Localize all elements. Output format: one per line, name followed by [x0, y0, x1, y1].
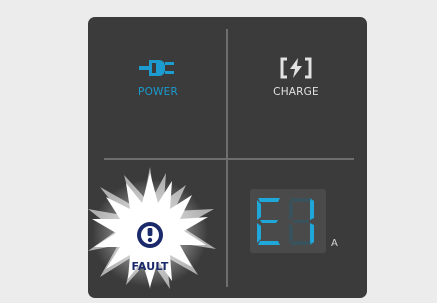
charge-label: CHARGE	[273, 86, 319, 98]
plug-icon	[139, 60, 174, 76]
power-indicator: POWER	[108, 53, 208, 123]
fault-label: FAULT	[131, 260, 169, 273]
exclamation-circle-icon	[137, 222, 163, 248]
seven-segment-digits	[257, 198, 314, 245]
seven-segment-window	[250, 189, 326, 253]
horizontal-divider	[104, 158, 354, 160]
fault-indicator: FAULT	[88, 165, 228, 290]
charger-status-panel: POWER CHARGE FAULT A	[88, 17, 367, 298]
display-unit: A	[331, 238, 338, 249]
stage: POWER CHARGE FAULT A	[0, 0, 437, 303]
charge-indicator: CHARGE	[246, 53, 346, 123]
bracket-lightning-icon	[280, 57, 312, 79]
power-label: POWER	[138, 86, 178, 98]
error-code-display: A	[236, 185, 356, 265]
